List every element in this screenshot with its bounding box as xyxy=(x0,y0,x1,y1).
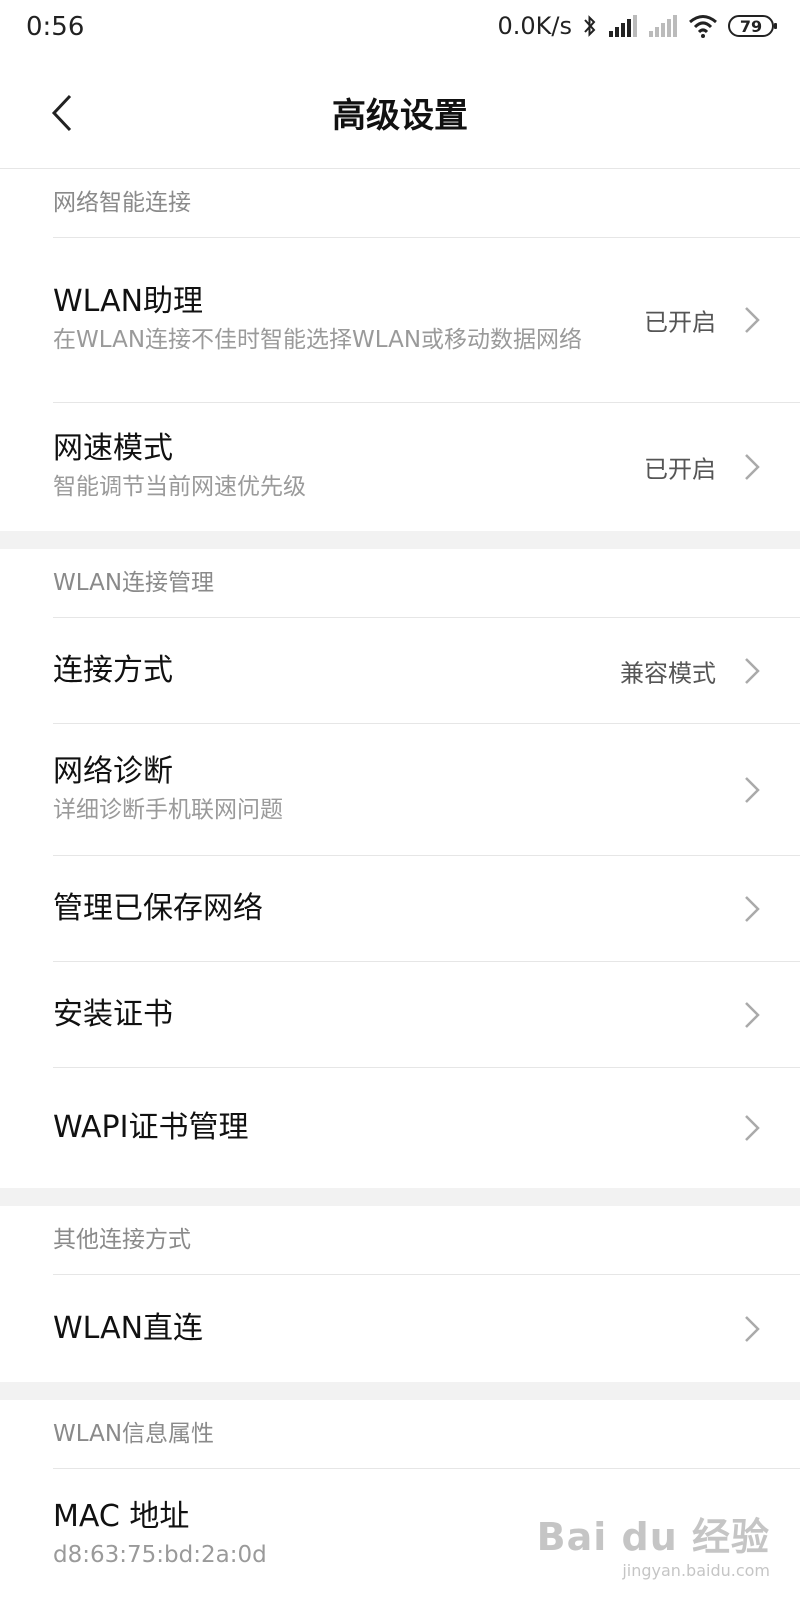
saved-networks-item[interactable]: 管理已保存网络 xyxy=(53,856,800,962)
chevron-right-icon xyxy=(745,1115,760,1141)
status-icons: 0.0K/s 79 xyxy=(497,12,777,40)
battery-icon: 79 xyxy=(728,15,777,37)
wapi-certificate-item[interactable]: WAPI证书管理 xyxy=(53,1068,800,1188)
section-other-connections: 其他连接方式 WLAN直连 xyxy=(0,1206,800,1382)
wlan-assistant-item[interactable]: WLAN助理 在WLAN连接不佳时智能选择WLAN或移动数据网络 已开启 xyxy=(53,238,800,403)
item-title: WAPI证书管理 xyxy=(53,1110,249,1145)
status-bar: 0:56 0.0K/s 79 xyxy=(0,0,800,58)
chevron-right-icon xyxy=(745,776,760,803)
item-title: WLAN直连 xyxy=(53,1311,204,1346)
chevron-right-icon xyxy=(745,454,760,480)
header: 高级设置 xyxy=(0,58,800,169)
chevron-right-icon xyxy=(745,657,760,684)
status-time: 0:56 xyxy=(26,12,85,42)
watermark-logo: Bai du 经验 xyxy=(536,1515,770,1559)
chevron-right-icon xyxy=(745,307,760,333)
section-title: WLAN信息属性 xyxy=(53,1421,215,1447)
wifi-icon xyxy=(689,15,717,38)
wlan-direct-item[interactable]: WLAN直连 xyxy=(53,1275,800,1383)
watermark: Bai du 经验 jingyan.baidu.com xyxy=(537,1506,770,1580)
page-title: 高级设置 xyxy=(332,96,468,136)
item-subtitle: 智能调节当前网速优先级 xyxy=(53,474,306,500)
item-title: 网速模式 xyxy=(53,431,173,466)
item-title: 安装证书 xyxy=(53,996,173,1032)
chevron-right-icon xyxy=(745,895,760,922)
network-diagnosis-item[interactable]: 网络诊断 详细诊断手机联网问题 xyxy=(53,724,800,856)
signal-empty-icon xyxy=(649,15,677,37)
section-title: WLAN连接管理 xyxy=(53,570,215,596)
chevron-right-icon xyxy=(745,1001,760,1028)
item-title: 管理已保存网络 xyxy=(53,890,263,926)
bluetooth-icon xyxy=(584,15,596,37)
item-subtitle: 详细诊断手机联网问题 xyxy=(53,796,283,823)
network-speed: 0.0K/s xyxy=(497,12,573,40)
item-value: 兼容模式 xyxy=(620,659,716,687)
install-certificate-item[interactable]: 安装证书 xyxy=(53,962,800,1068)
chevron-right-icon xyxy=(745,1316,760,1342)
item-value: 已开启 xyxy=(644,308,716,337)
section-title: 网络智能连接 xyxy=(53,190,191,216)
section-divider xyxy=(0,1382,800,1400)
section-title: 其他连接方式 xyxy=(53,1227,191,1253)
item-title: MAC 地址 xyxy=(53,1499,190,1534)
item-subtitle: 在WLAN连接不佳时智能选择WLAN或移动数据网络 xyxy=(53,327,583,353)
connection-mode-item[interactable]: 连接方式 兼容模式 xyxy=(53,618,800,724)
section-divider xyxy=(0,1188,800,1206)
section-divider xyxy=(0,531,800,549)
mac-address-value: d8:63:75:bd:2a:0d xyxy=(53,1542,267,1568)
signal-icon xyxy=(609,15,637,37)
section-smart-connect: 网络智能连接 WLAN助理 在WLAN连接不佳时智能选择WLAN或移动数据网络 … xyxy=(0,169,800,531)
section-wlan-management: WLAN连接管理 连接方式 兼容模式 网络诊断 详细诊断手机联网问题 管理已保存… xyxy=(0,549,800,1188)
item-title: 网络诊断 xyxy=(53,753,173,789)
item-value: 已开启 xyxy=(644,455,716,484)
speed-mode-item[interactable]: 网速模式 智能调节当前网速优先级 已开启 xyxy=(53,403,800,531)
item-title: 连接方式 xyxy=(53,652,173,688)
item-title: WLAN助理 xyxy=(53,284,204,319)
watermark-url: jingyan.baidu.com xyxy=(622,1561,770,1580)
